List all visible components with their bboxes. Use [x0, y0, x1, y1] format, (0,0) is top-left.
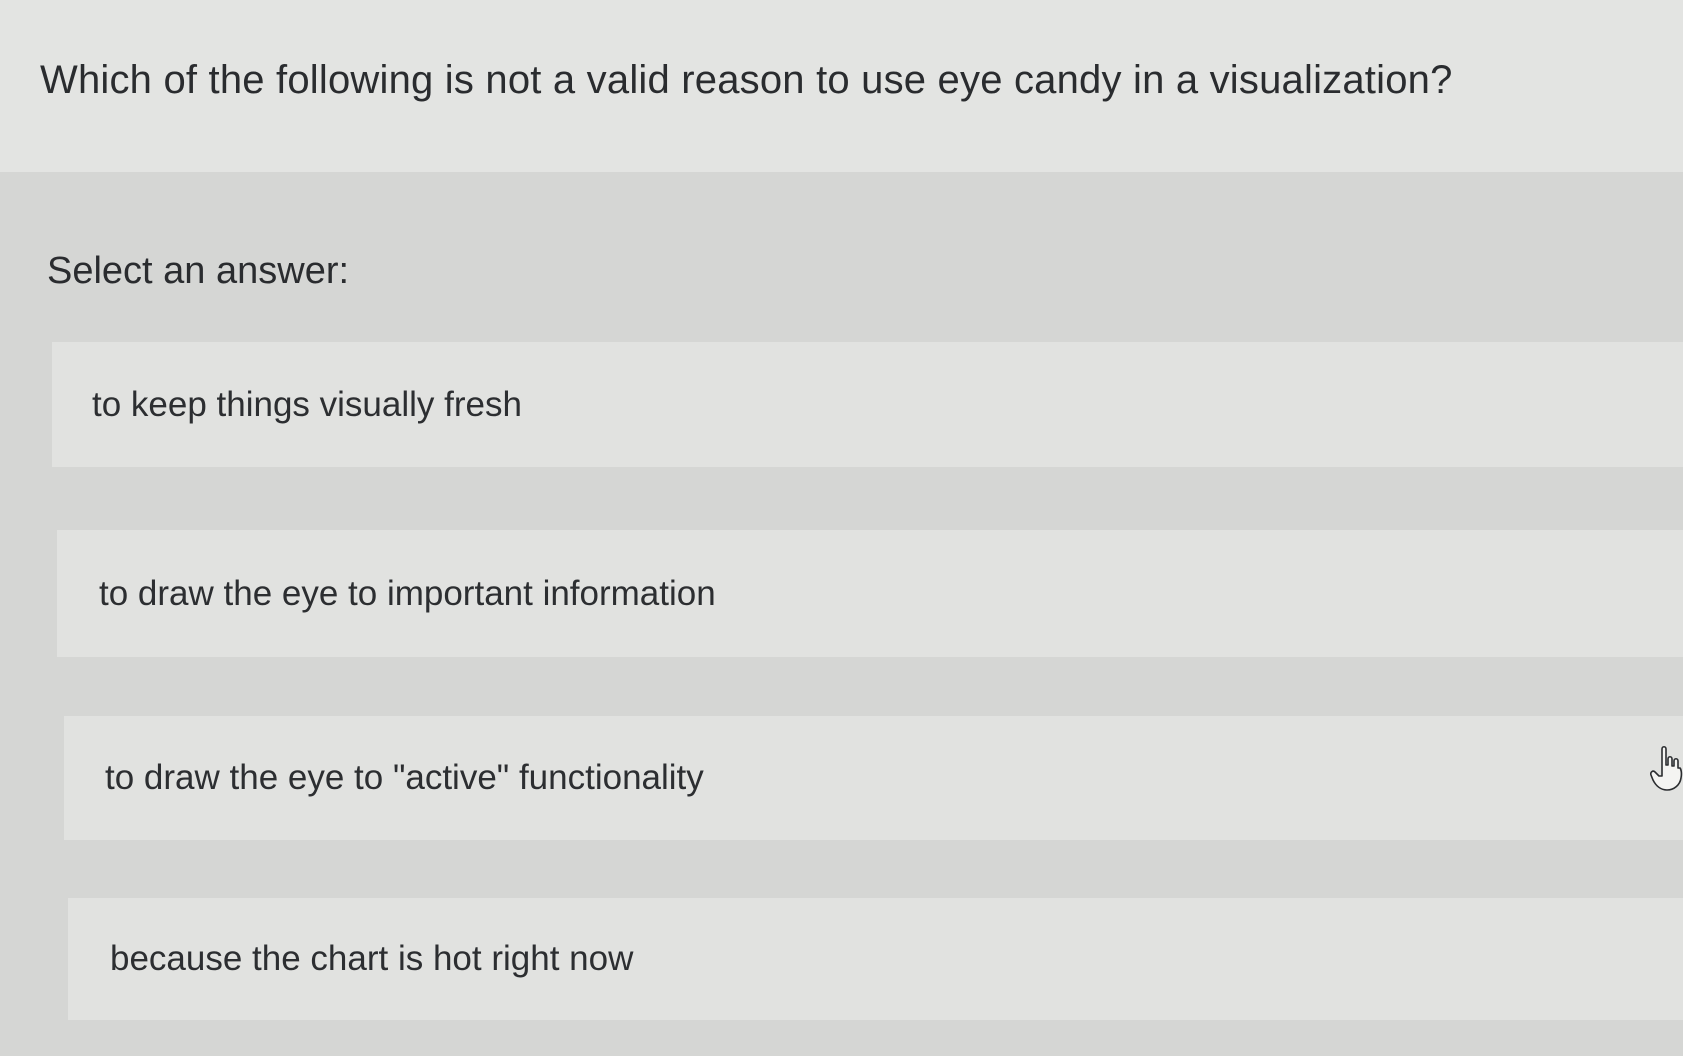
- answer-option-2[interactable]: to draw the eye to important information: [57, 530, 1683, 657]
- answer-option-1[interactable]: to keep things visually fresh: [52, 342, 1683, 467]
- hand-pointer-icon: [1650, 745, 1683, 791]
- question-panel: Which of the following is not a valid re…: [0, 0, 1683, 172]
- question-text: Which of the following is not a valid re…: [40, 58, 1453, 102]
- answer-option-label: to keep things visually fresh: [92, 384, 522, 424]
- answer-option-3[interactable]: to draw the eye to "active" functionalit…: [64, 716, 1683, 840]
- answer-option-label: to draw the eye to important information: [99, 573, 716, 613]
- answer-prompt: Select an answer:: [47, 250, 350, 292]
- answer-option-label: to draw the eye to "active" functionalit…: [105, 758, 704, 797]
- answer-option-4[interactable]: because the chart is hot right now: [68, 898, 1683, 1020]
- answer-option-label: because the chart is hot right now: [110, 939, 634, 978]
